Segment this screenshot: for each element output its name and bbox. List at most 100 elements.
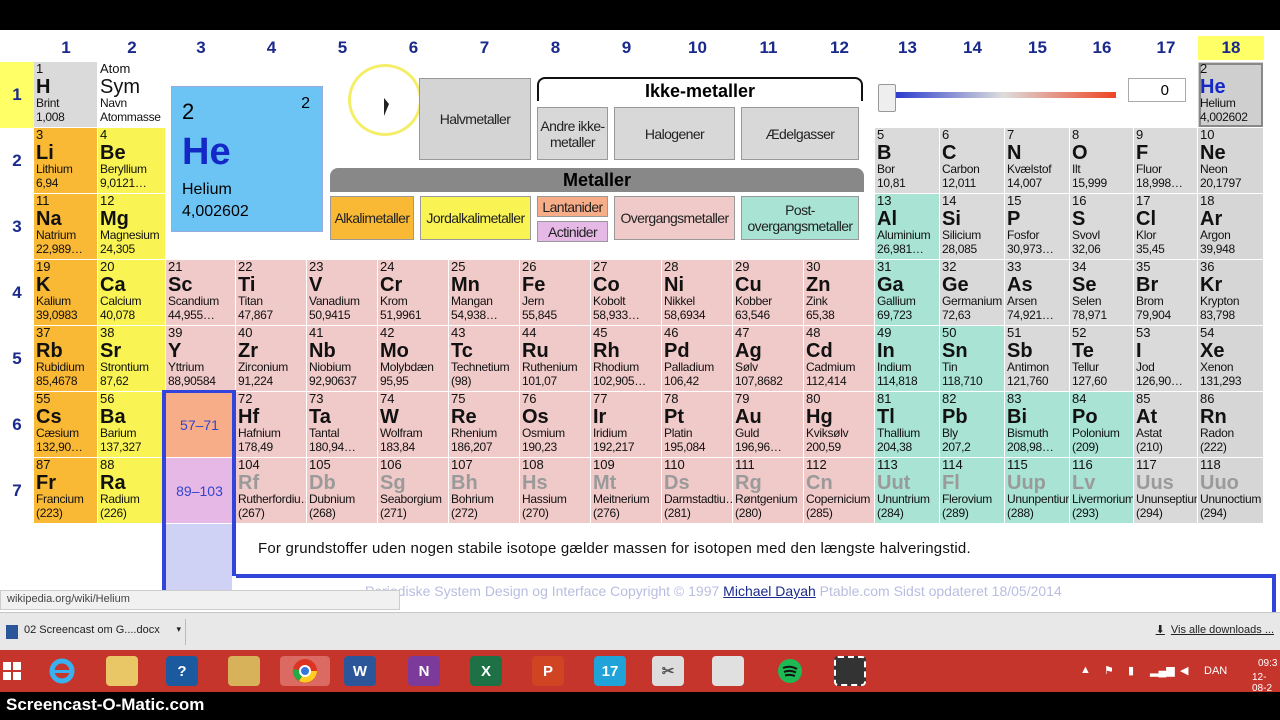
- element-bi[interactable]: 83 Bi Bismuth 208,98…: [1005, 392, 1070, 458]
- element-hs[interactable]: 108 Hs Hassium (270): [520, 458, 591, 524]
- element-pd[interactable]: 46 Pd Palladium 106,42: [662, 326, 733, 392]
- tray-up-arrow-icon[interactable]: ▲: [1080, 664, 1091, 676]
- element-ti[interactable]: 22 Ti Titan 47,867: [236, 260, 307, 326]
- element-k[interactable]: 19 K Kalium 39,0983: [34, 260, 98, 326]
- element-at[interactable]: 85 At Astat (210): [1134, 392, 1198, 458]
- element-y[interactable]: 39 Y Yttrium 88,90584: [166, 326, 236, 392]
- temperature-input[interactable]: 0: [1128, 78, 1186, 102]
- chevron-down-icon[interactable]: ▾: [176, 624, 181, 635]
- element-ir[interactable]: 77 Ir Iridium 192,217: [591, 392, 662, 458]
- element-zr[interactable]: 40 Zr Zirconium 91,224: [236, 326, 307, 392]
- element-tc[interactable]: 43 Tc Technetium (98): [449, 326, 520, 392]
- element-v[interactable]: 23 V Vanadium 50,9415: [307, 260, 378, 326]
- element-ar[interactable]: 18 Ar Argon 39,948: [1198, 194, 1264, 260]
- lanthanides-placeholder[interactable]: 57–71: [166, 392, 234, 458]
- element-ra[interactable]: 88 Ra Radium (226): [98, 458, 166, 524]
- element-fr[interactable]: 87 Fr Francium (223): [34, 458, 98, 524]
- element-ga[interactable]: 31 Ga Gallium 69,723: [875, 260, 940, 326]
- element-ni[interactable]: 28 Ni Nikkel 58,6934: [662, 260, 733, 326]
- element-sc[interactable]: 21 Sc Scandium 44,955…: [166, 260, 236, 326]
- element-cd[interactable]: 48 Cd Cadmium 112,414: [804, 326, 875, 392]
- windows-start-icon[interactable]: [0, 656, 24, 686]
- element-fe[interactable]: 26 Fe Jern 55,845: [520, 260, 591, 326]
- temperature-slider[interactable]: [878, 84, 1118, 112]
- excel-icon[interactable]: X: [470, 656, 502, 686]
- actinides-placeholder[interactable]: 89–103: [166, 458, 234, 524]
- element-f[interactable]: 9 F Fluor 18,998…: [1134, 128, 1198, 194]
- element-c[interactable]: 6 C Carbon 12,011: [940, 128, 1005, 194]
- flag-icon[interactable]: ⚑: [1104, 664, 1114, 677]
- element-mo[interactable]: 42 Mo Molybdæn 95,95: [378, 326, 449, 392]
- element-sb[interactable]: 51 Sb Antimon 121,760: [1005, 326, 1070, 392]
- internet-explorer-icon[interactable]: [46, 656, 78, 686]
- element-hg[interactable]: 80 Hg Kviksølv 200,59: [804, 392, 875, 458]
- legend-post-overgangsmetaller[interactable]: Post-overgangsmetaller: [741, 196, 859, 240]
- chrome-icon[interactable]: [280, 656, 330, 686]
- folder-icon[interactable]: [228, 656, 260, 686]
- legend-alkalimetaller[interactable]: Alkalimetaller: [330, 196, 414, 240]
- element-zn[interactable]: 30 Zn Zink 65,38: [804, 260, 875, 326]
- element-au[interactable]: 79 Au Guld 196,96…: [733, 392, 804, 458]
- spotify-icon[interactable]: [774, 656, 806, 686]
- element-be[interactable]: 4 Be Beryllium 9,0121…: [98, 128, 166, 194]
- element-na[interactable]: 11 Na Natrium 22,989…: [34, 194, 98, 260]
- element-po[interactable]: 84 Po Polonium (209): [1070, 392, 1134, 458]
- legend-halvmetaller[interactable]: Halvmetaller: [419, 78, 531, 160]
- element-hf[interactable]: 72 Hf Hafnium 178,49: [236, 392, 307, 458]
- element-as[interactable]: 33 As Arsen 74,921…: [1005, 260, 1070, 326]
- element-uus[interactable]: 117 Uus Ununseptium (294): [1134, 458, 1198, 524]
- element-se[interactable]: 34 Se Selen 78,971: [1070, 260, 1134, 326]
- element-ge[interactable]: 32 Ge Germanium 72,63: [940, 260, 1005, 326]
- element-h[interactable]: 1 H Brint 1,008: [34, 62, 98, 128]
- element-lv[interactable]: 116 Lv Livermorium (293): [1070, 458, 1134, 524]
- element-ba[interactable]: 56 Ba Barium 137,327: [98, 392, 166, 458]
- element-cu[interactable]: 29 Cu Kobber 63,546: [733, 260, 804, 326]
- element-cn[interactable]: 112 Cn Copernicium (285): [804, 458, 875, 524]
- show-all-downloads-link[interactable]: ⬇ Vis alle downloads ...: [1156, 623, 1274, 636]
- legend-actinider[interactable]: Actinider: [537, 221, 608, 242]
- element-mn[interactable]: 25 Mn Mangan 54,938…: [449, 260, 520, 326]
- legend-aedelgasser[interactable]: Ædelgasser: [741, 107, 859, 160]
- element-ca[interactable]: 20 Ca Calcium 40,078: [98, 260, 166, 326]
- element-mg[interactable]: 12 Mg Magnesium 24,305: [98, 194, 166, 260]
- element-nb[interactable]: 41 Nb Niobium 92,90637: [307, 326, 378, 392]
- element-tl[interactable]: 81 Tl Thallium 204,38: [875, 392, 940, 458]
- legend-andre-ikke-metaller[interactable]: Andre ikke-metaller: [537, 107, 608, 160]
- word-icon[interactable]: W: [344, 656, 376, 686]
- element-bh[interactable]: 107 Bh Bohrium (272): [449, 458, 520, 524]
- element-uut[interactable]: 113 Uut Ununtrium (284): [875, 458, 940, 524]
- element-cs[interactable]: 55 Cs Cæsium 132,90…: [34, 392, 98, 458]
- element-in[interactable]: 49 In Indium 114,818: [875, 326, 940, 392]
- element-ds[interactable]: 110 Ds Darmstadtiu… (281): [662, 458, 733, 524]
- element-rb[interactable]: 37 Rb Rubidium 85,4678: [34, 326, 98, 392]
- element-si[interactable]: 14 Si Silicium 28,085: [940, 194, 1005, 260]
- element-rn[interactable]: 86 Rn Radon (222): [1198, 392, 1264, 458]
- element-al[interactable]: 13 Al Aluminium 26,981…: [875, 194, 940, 260]
- screen-recorder-icon[interactable]: [834, 656, 866, 686]
- legend-overgangsmetaller[interactable]: Overgangsmetaller: [614, 196, 735, 240]
- element-i[interactable]: 53 I Jod 126,90…: [1134, 326, 1198, 392]
- element-li[interactable]: 3 Li Lithium 6,94: [34, 128, 98, 194]
- element-rg[interactable]: 111 Rg Røntgenium (280): [733, 458, 804, 524]
- element-ag[interactable]: 47 Ag Sølv 107,8682: [733, 326, 804, 392]
- clock-date[interactable]: 12-08-2: [1252, 672, 1280, 694]
- element-s[interactable]: 16 S Svovl 32,06: [1070, 194, 1134, 260]
- element-pb[interactable]: 82 Pb Bly 207,2: [940, 392, 1005, 458]
- element-cl[interactable]: 17 Cl Klor 35,45: [1134, 194, 1198, 260]
- slider-handle[interactable]: [878, 84, 896, 112]
- snipping-tool-icon[interactable]: ✂: [652, 656, 684, 686]
- element-w[interactable]: 74 W Wolfram 183,84: [378, 392, 449, 458]
- element-sg[interactable]: 106 Sg Seaborgium (271): [378, 458, 449, 524]
- calendar-icon[interactable]: 17: [594, 656, 626, 686]
- element-ru[interactable]: 44 Ru Ruthenium 101,07: [520, 326, 591, 392]
- element-fl[interactable]: 114 Fl Flerovium (289): [940, 458, 1005, 524]
- volume-icon[interactable]: ◀: [1180, 664, 1188, 677]
- element-pt[interactable]: 78 Pt Platin 195,084: [662, 392, 733, 458]
- element-re[interactable]: 75 Re Rhenium 186,207: [449, 392, 520, 458]
- element-uuo[interactable]: 118 Uuo Ununoctium (294): [1198, 458, 1264, 524]
- onenote-icon[interactable]: N: [408, 656, 440, 686]
- element-kr[interactable]: 36 Kr Krypton 83,798: [1198, 260, 1264, 326]
- element-sn[interactable]: 50 Sn Tin 118,710: [940, 326, 1005, 392]
- help-icon[interactable]: ?: [166, 656, 198, 686]
- element-cr[interactable]: 24 Cr Krom 51,9961: [378, 260, 449, 326]
